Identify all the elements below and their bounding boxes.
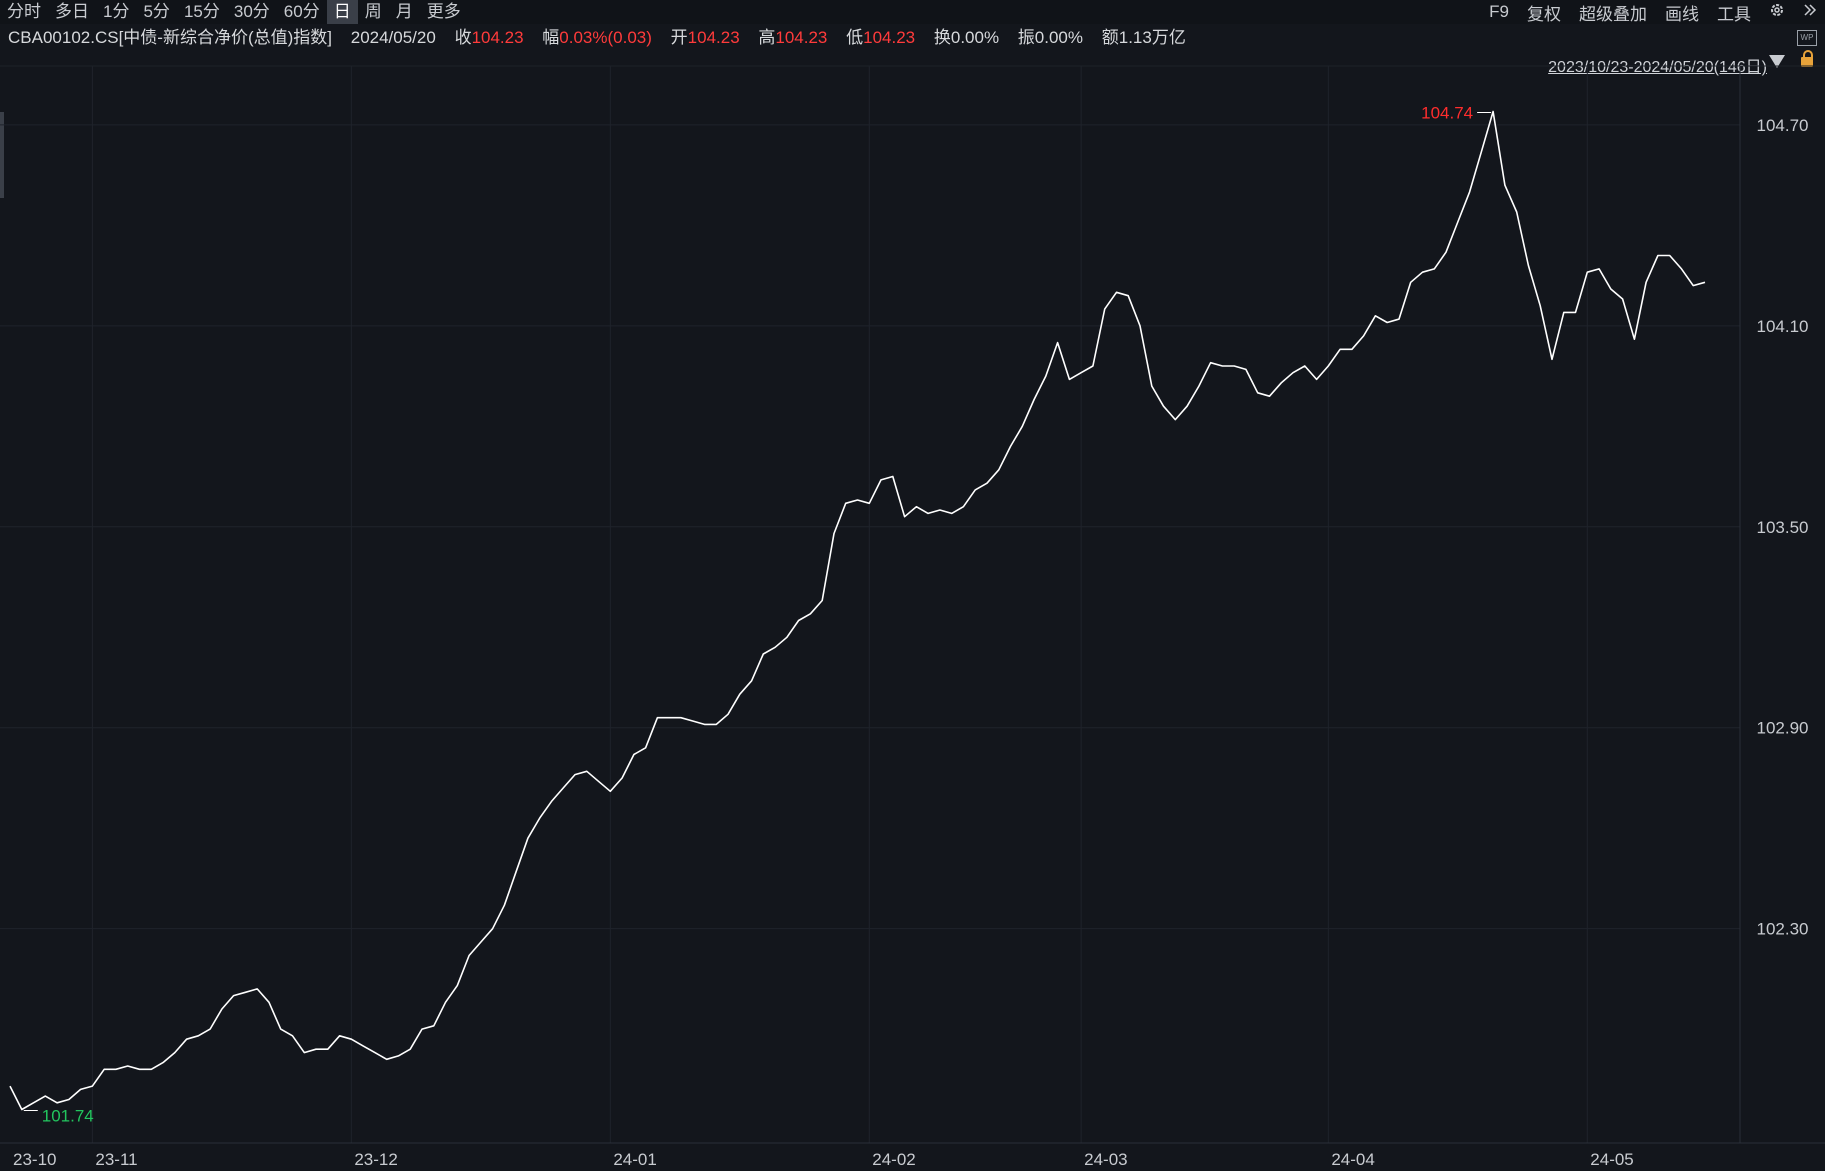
max-value-label: 104.74 [1421,103,1473,122]
y-tick-label: 104.10 [1757,317,1809,336]
y-tick-label: 102.30 [1757,920,1809,939]
series-line [9,110,1706,1111]
x-tick-label: 23-11 [95,1150,137,1169]
x-tick-label: 24-03 [1084,1150,1127,1169]
x-tick-label: 23-10 [13,1150,56,1169]
x-tick-label: 24-01 [613,1150,656,1169]
y-tick-label: 102.90 [1757,719,1809,738]
x-tick-label: 24-02 [872,1150,915,1169]
x-tick-label: 23-12 [354,1150,397,1169]
min-value-label: 101.74 [42,1107,94,1126]
x-tick-label: 24-05 [1590,1150,1633,1169]
y-tick-label: 104.70 [1757,116,1809,135]
y-tick-label: 103.50 [1757,518,1809,537]
x-tick-label: 24-04 [1331,1150,1374,1169]
price-line-chart[interactable]: 104.70 104.10 103.50 102.90 102.30 23-10 23-11… [0,0,1825,1171]
